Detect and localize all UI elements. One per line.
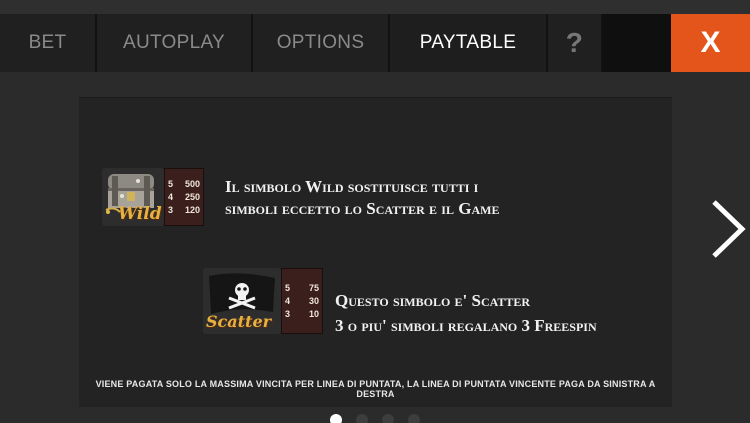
wild-caption: Wild [118,204,162,224]
pay-value: 30 [308,295,319,306]
close-icon: X [700,26,721,59]
close-button[interactable]: X [671,14,750,72]
page-dot-4[interactable] [408,414,420,423]
wild-pay-row: 4 250 [168,191,200,204]
pay-value: 120 [184,204,200,215]
scatter-description: Questo simbolo e' Scatter 3 o piu' simbo… [335,288,597,338]
pay-count: 5 [168,178,174,189]
pay-count: 3 [285,308,291,319]
scatter-description-line1: Questo simbolo e' Scatter [335,291,531,310]
pay-count: 4 [285,295,291,306]
scatter-paytable: 5 75 4 30 3 10 [281,268,323,334]
page-dot-1[interactable] [330,414,342,423]
pay-value: 10 [308,308,319,319]
chevron-right-icon [712,200,746,258]
page-indicator [0,414,750,423]
tab-bet-label: BET [28,32,67,53]
wild-pay-row: 3 120 [168,204,200,217]
help-icon: ? [565,27,584,58]
scatter-pay-row: 3 10 [285,308,319,321]
page-dot-2[interactable] [356,414,368,423]
treasure-chest-icon: Wild [102,168,164,226]
scatter-symbol-block: Scatter 5 75 4 30 3 10 [203,268,323,334]
tab-help[interactable]: ? [548,14,603,72]
scatter-caption: Scatter [206,312,272,331]
tab-bet[interactable]: BET [0,14,97,72]
wild-paytable: 5 500 4 250 3 120 [164,168,204,226]
wild-description-line2: simboli eccetto lo Scatter e il Game [225,199,500,218]
tab-autoplay-label: AUTOPLAY [122,32,225,53]
tab-bar-spacer [603,14,671,72]
wild-pay-row: 5 500 [168,178,200,191]
scatter-pay-row: 5 75 [285,282,319,295]
tab-options[interactable]: OPTIONS [253,14,390,72]
page-dot-3[interactable] [382,414,394,423]
next-page-button[interactable] [706,198,748,260]
pirate-flag-icon: Scatter [203,268,281,334]
wild-description-line1: Il simbolo Wild sostituisce tutti i [225,177,479,196]
tab-paytable[interactable]: PAYTABLE [390,14,548,72]
top-strip [0,0,750,14]
pay-value: 500 [184,178,200,189]
pay-count: 5 [285,282,291,293]
paytable-panel: Wild 5 500 4 250 3 120 Il simbolo Wild sost… [79,97,672,407]
scatter-description-line2: 3 o piu' simboli regalano 3 Freespin [335,316,597,335]
tab-bar: BET AUTOPLAY OPTIONS PAYTABLE ? X [0,14,750,72]
wild-symbol-block: Wild 5 500 4 250 3 120 [102,168,204,226]
wild-description: Il simbolo Wild sostituisce tutti i simb… [225,176,499,220]
paytable-footer-note: VIENE PAGATA SOLO LA MASSIMA VINCITA PER… [95,379,656,399]
tab-options-label: OPTIONS [276,32,365,53]
pay-value: 250 [184,191,200,202]
pay-count: 3 [168,204,174,215]
tab-autoplay[interactable]: AUTOPLAY [97,14,253,72]
pay-value: 75 [308,282,319,293]
pay-count: 4 [168,191,174,202]
tab-paytable-label: PAYTABLE [419,32,517,53]
scatter-pay-row: 4 30 [285,295,319,308]
